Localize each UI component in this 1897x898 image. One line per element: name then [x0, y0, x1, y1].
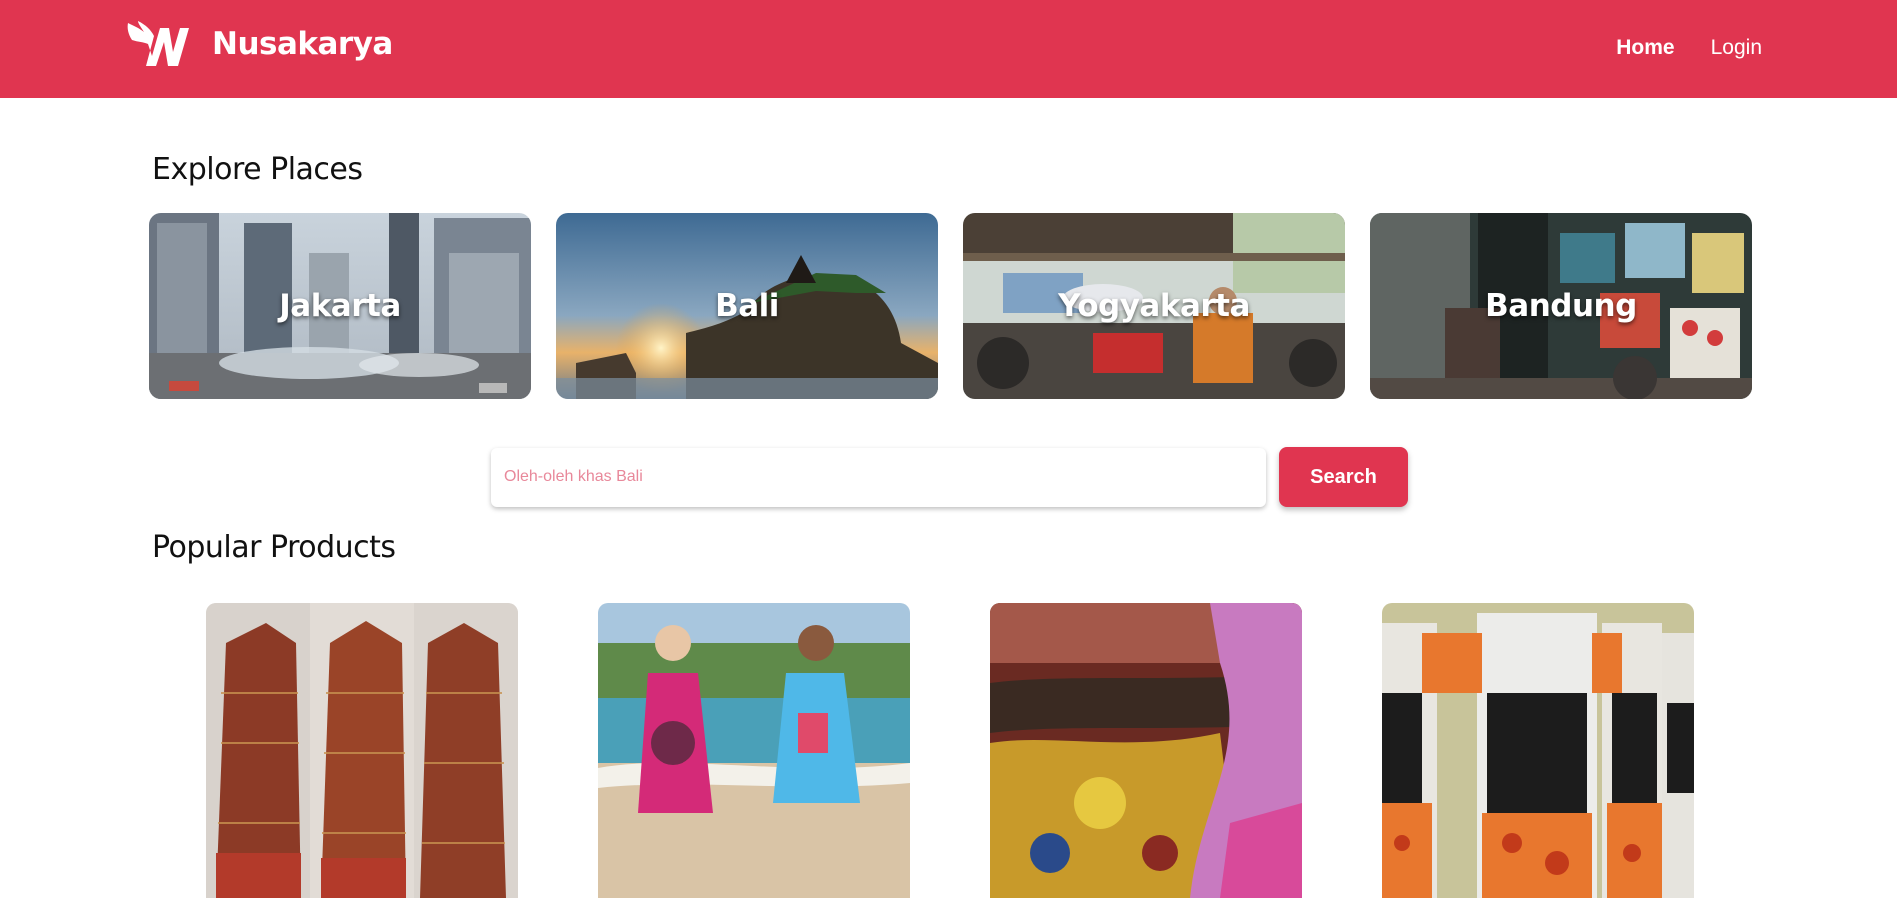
explore-places-title: Explore Places — [152, 152, 363, 187]
brand[interactable]: Nusakarya — [126, 20, 393, 68]
brand-name: Nusakarya — [212, 26, 393, 62]
nav-login-link[interactable]: Login — [1711, 36, 1762, 60]
product-image — [1382, 603, 1694, 898]
products-list — [206, 603, 1694, 898]
product-card[interactable] — [990, 603, 1302, 898]
place-name: Jakarta — [279, 288, 401, 324]
place-card-bali[interactable]: Bali — [556, 213, 938, 399]
place-card-jakarta[interactable]: Jakarta — [149, 213, 531, 399]
place-name: Bandung — [1485, 288, 1637, 324]
nusakarya-logo-icon — [127, 21, 189, 66]
popular-products-title: Popular Products — [152, 530, 396, 565]
product-card[interactable] — [206, 603, 518, 898]
place-card-bandung[interactable]: Bandung — [1370, 213, 1752, 399]
navbar: Nusakarya Home Login — [0, 0, 1897, 98]
place-name: Bali — [715, 288, 779, 324]
search-button[interactable]: Search — [1279, 447, 1408, 507]
place-name: Yogyakarta — [1058, 288, 1250, 324]
nav-links: Home Login — [1616, 36, 1762, 60]
product-image — [990, 603, 1302, 898]
product-image — [206, 603, 518, 898]
nav-home-link[interactable]: Home — [1616, 36, 1674, 60]
search-input[interactable] — [491, 447, 1266, 507]
place-card-yogyakarta[interactable]: Yogyakarta — [963, 213, 1345, 399]
product-card[interactable] — [598, 603, 910, 898]
search-bar: Search — [491, 447, 1408, 507]
product-image — [598, 603, 910, 898]
product-card[interactable] — [1382, 603, 1694, 898]
places-list: Jakarta Bali Yogyakarta Bandung — [149, 213, 1752, 399]
